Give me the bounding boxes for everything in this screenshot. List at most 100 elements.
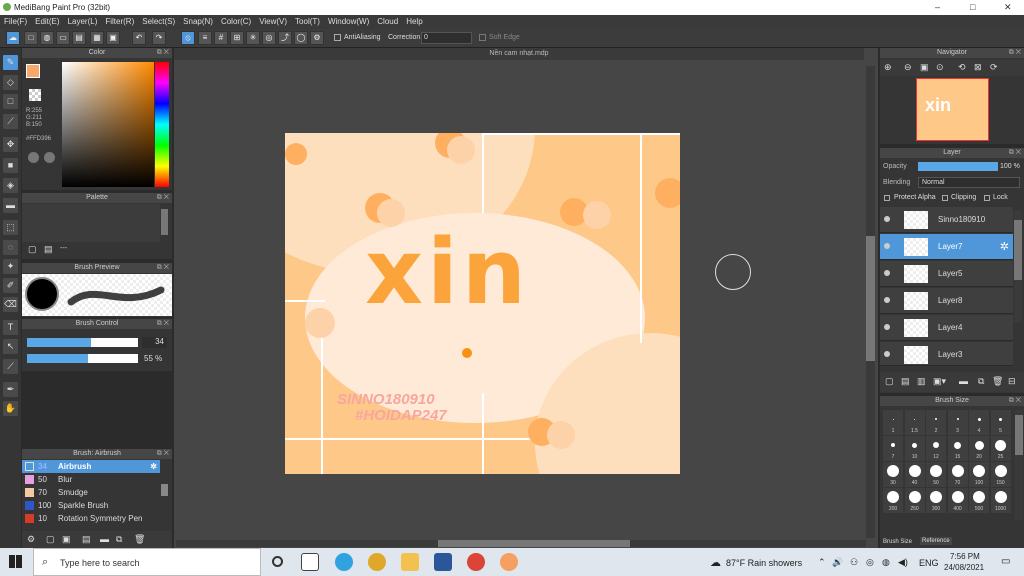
cortana-icon[interactable] — [272, 556, 283, 567]
add-layer-menu-icon[interactable]: ▣▾ — [933, 376, 946, 387]
antialias-checkbox[interactable] — [334, 34, 341, 41]
color-picker-icon[interactable] — [44, 152, 55, 163]
eye-icon[interactable] — [884, 297, 890, 303]
rotate-right-icon[interactable]: ⟳ — [990, 62, 998, 73]
brush-size-slider[interactable] — [27, 338, 138, 347]
brush-delete-icon[interactable]: 🗑 — [134, 534, 145, 545]
brush-item[interactable]: 50 Blur — [22, 473, 160, 486]
menu-edit[interactable]: Edit(E) — [31, 15, 63, 28]
new-halftone-layer-icon[interactable]: ▤ — [901, 376, 910, 387]
divide-tool-icon[interactable]: ⟋ — [3, 359, 18, 374]
taskbar-search-box[interactable]: ⌕ Type here to search — [33, 548, 261, 576]
flip-icon[interactable]: ⊠ — [974, 62, 982, 73]
edge-icon[interactable] — [335, 553, 353, 571]
protect-alpha-checkbox[interactable] — [884, 195, 890, 201]
tab-brush-size[interactable]: Brush Size — [883, 539, 912, 545]
brush-item[interactable]: 100 Sparkle Brush — [22, 499, 160, 512]
transform-icon[interactable]: ▣ — [106, 31, 120, 45]
navigator-thumbnail[interactable]: xin — [916, 78, 989, 141]
language-indicator[interactable]: ENG — [919, 558, 939, 568]
layer-row[interactable]: Layer3 — [880, 342, 1013, 366]
select-tool-icon[interactable]: ⬚ — [3, 220, 18, 235]
chrome-2-icon[interactable] — [467, 553, 485, 571]
comment-icon[interactable]: ◍ — [40, 31, 54, 45]
brush-size-cell[interactable]: 250 — [904, 488, 925, 513]
brush-size-cell[interactable]: 25 — [990, 436, 1011, 461]
volume-icon[interactable]: 🔊 — [832, 557, 843, 568]
brush-item[interactable]: 10 Rotation Symmetry Pen — [22, 512, 160, 525]
menu-help[interactable]: Help — [402, 15, 426, 28]
color-wheel-icon[interactable] — [28, 152, 39, 163]
brush-tool-icon[interactable]: ✎ — [3, 55, 18, 70]
text-tool-icon[interactable]: T — [3, 320, 18, 335]
brush-size-cell[interactable]: 50 — [926, 462, 946, 487]
select-eraser-icon[interactable]: ⌫ — [3, 297, 18, 312]
tray-chevron-icon[interactable]: ⌃ — [818, 557, 826, 568]
snap-radial-icon[interactable]: ✳ — [246, 31, 260, 45]
soft-edge-checkbox[interactable] — [479, 34, 486, 41]
palette-swatches[interactable] — [22, 204, 160, 242]
brush-opacity-slider[interactable] — [27, 354, 138, 363]
brush-size-cell[interactable]: 100 — [969, 462, 989, 487]
weather-text[interactable]: 87°F Rain showers — [726, 558, 802, 568]
transparent-color-swatch[interactable] — [29, 89, 41, 101]
brush-size-cell[interactable]: 1 — [883, 410, 903, 435]
palette-scrollbar[interactable] — [161, 209, 168, 235]
menu-cloud[interactable]: Cloud — [373, 15, 402, 28]
menu-filter[interactable]: Filter(R) — [101, 15, 138, 28]
primary-color-swatch[interactable] — [26, 64, 40, 78]
menu-snap[interactable]: Snap(N) — [179, 15, 217, 28]
operation-tool-icon[interactable]: ↖ — [3, 339, 18, 354]
eye-icon[interactable] — [884, 351, 890, 357]
menu-select[interactable]: Select(S) — [138, 15, 179, 28]
snap-cross-icon[interactable]: ⊞ — [230, 31, 244, 45]
select-pen-icon[interactable]: ✐ — [3, 278, 18, 293]
export-icon[interactable]: ▤ — [72, 31, 86, 45]
notification-icon[interactable]: ▭ — [1001, 556, 1010, 567]
menu-layer[interactable]: Layer(L) — [64, 15, 102, 28]
network-icon[interactable]: ◍ — [882, 557, 890, 568]
new-8bit-layer-icon[interactable]: ▥ — [917, 376, 926, 387]
saturation-value-picker[interactable] — [62, 62, 154, 187]
zoom-out-icon[interactable]: ⊖ — [904, 62, 912, 73]
tab-reference[interactable]: Reference — [920, 537, 952, 545]
gradient-tool-icon[interactable]: ▬ — [3, 198, 18, 213]
brush-size-value[interactable]: 34 — [142, 337, 167, 348]
chrome-tray-icon[interactable]: ◎ — [866, 557, 874, 568]
cloud-icon[interactable]: ☁ — [6, 31, 20, 45]
clock-date[interactable]: 24/08/2021 — [944, 563, 984, 572]
brush-size-cell[interactable]: 12 — [926, 436, 946, 461]
save-icon[interactable]: ▭ — [56, 31, 70, 45]
brush-size-cell[interactable]: 15 — [947, 436, 968, 461]
brush-size-cell[interactable]: 500 — [969, 488, 989, 513]
brush-size-cell[interactable]: 3 — [947, 410, 968, 435]
brush-size-cell[interactable]: 200 — [883, 488, 903, 513]
layer-folder-icon[interactable]: ▬ — [959, 376, 968, 386]
snap-curve-icon[interactable]: ⤴ — [278, 31, 292, 45]
task-view-icon[interactable] — [301, 553, 319, 571]
layer-row-selected[interactable]: Layer7 ✲ — [880, 234, 1013, 260]
correction-select[interactable]: 0 — [421, 32, 472, 44]
undo-icon[interactable]: ↶ — [132, 31, 146, 45]
fit-icon[interactable]: ▣ — [920, 62, 929, 73]
eyedropper-tool-icon[interactable]: ✒ — [3, 382, 18, 397]
eye-icon[interactable] — [884, 270, 890, 276]
new-icon[interactable]: □ — [24, 31, 38, 45]
magic-wand-icon[interactable]: ✦ — [3, 259, 18, 274]
brush-item[interactable]: 70 Smudge — [22, 486, 160, 499]
brush-size-cell[interactable]: 150 — [990, 462, 1011, 487]
bucket-tool-icon[interactable]: ◈ — [3, 178, 18, 193]
add-palette-icon[interactable]: ▢ — [28, 244, 37, 255]
move-tool-icon[interactable]: ✥ — [3, 137, 18, 152]
menu-window[interactable]: Window(W) — [324, 15, 373, 28]
brush-copy-icon[interactable]: ▤ — [82, 534, 91, 545]
menu-view[interactable]: View(V) — [255, 15, 291, 28]
rotate-left-icon[interactable]: ⟲ — [958, 62, 966, 73]
delete-layer-icon[interactable]: 🗑 — [992, 376, 1003, 387]
document-tab[interactable]: Nền cam nhạt.mdp — [174, 48, 864, 60]
brush-size-cell[interactable]: 40 — [904, 462, 925, 487]
menu-tool[interactable]: Tool(T) — [291, 15, 324, 28]
brush-size-cell[interactable]: 5 — [990, 410, 1011, 435]
zoom-in-icon[interactable]: ⊕ — [884, 62, 892, 73]
snap-parallel-icon[interactable]: ≡ — [198, 31, 212, 45]
